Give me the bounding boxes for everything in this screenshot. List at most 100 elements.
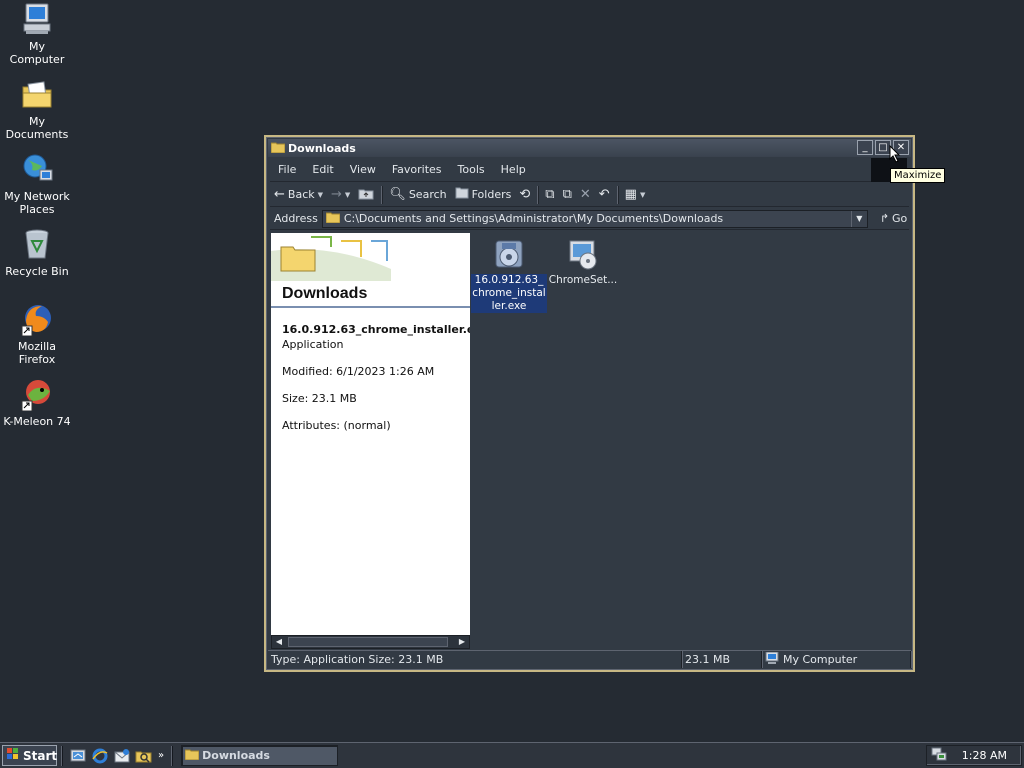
folder-icon — [184, 748, 200, 763]
details-size: Size: 23.1 MB — [282, 392, 357, 405]
search-button[interactable]: 🔍︎ Search — [385, 184, 450, 206]
k-meleon-icon — [20, 377, 54, 412]
file-item[interactable]: 16.0.912.63_chrome_installer.exe — [471, 237, 547, 313]
menu-help[interactable]: Help — [493, 163, 534, 176]
network-tray-icon[interactable] — [931, 747, 947, 764]
folder-icon — [325, 211, 341, 226]
history-icon: ⟲ — [519, 186, 531, 202]
clock[interactable]: 1:28 AM — [962, 749, 1007, 762]
quicklaunch-separator — [171, 745, 174, 766]
details-attributes: Attributes: (normal) — [282, 419, 391, 432]
recycle-bin-icon — [20, 227, 54, 261]
desktop-icon-label: Mozilla Firefox — [18, 340, 56, 366]
desktop-icon-recycle-bin[interactable]: Recycle Bin — [0, 227, 74, 278]
taskbar-button-label: Downloads — [202, 749, 270, 762]
details-title: Downloads — [282, 285, 368, 302]
outlook-express-icon[interactable] — [113, 747, 131, 765]
menu-favorites[interactable]: Favorites — [384, 163, 450, 176]
search-folder-icon[interactable] — [135, 747, 153, 765]
copy-to-button[interactable]: ⧉ — [559, 184, 576, 206]
computer-icon — [20, 2, 54, 36]
move-to-icon: ⧉ — [545, 186, 555, 202]
back-button[interactable]: ← Back ▼ — [270, 184, 327, 206]
desktop-icon-my-documents[interactable]: My Documents — [0, 77, 74, 141]
address-label: Address — [274, 212, 318, 225]
internet-explorer-icon[interactable] — [91, 747, 109, 765]
firefox-icon — [20, 302, 54, 337]
status-size: 23.1 MB — [682, 651, 762, 668]
toolbar-separator — [381, 185, 383, 204]
menu-view[interactable]: View — [342, 163, 384, 176]
folder-icon — [270, 141, 286, 156]
mouse-pointer-icon — [889, 144, 901, 166]
go-button[interactable]: ↱ Go — [880, 212, 907, 225]
desktop-icon-label: Recycle Bin — [5, 265, 69, 278]
scroll-left-arrow-icon[interactable]: ◀ — [272, 636, 286, 648]
desktop-icon-label: My Computer — [9, 40, 65, 66]
quicklaunch-separator — [61, 745, 63, 766]
toolbar: ← Back ▼ → ▼ 🔍︎ Search Folders ⟲ ⧉ ⧉ ✕ ↶… — [270, 183, 909, 207]
up-folder-icon — [358, 186, 374, 203]
desktop-icon-k-meleon[interactable]: K-Meleon 74 — [0, 377, 74, 428]
chevron-right-icon[interactable]: » — [158, 750, 164, 761]
taskbar-button-downloads[interactable]: Downloads — [181, 745, 339, 766]
show-desktop-icon[interactable] — [69, 747, 87, 765]
file-list: 16.0.912.63_chrome_installer.exe ChromeS… — [471, 233, 909, 653]
windows-flag-icon — [6, 747, 20, 764]
menu-file[interactable]: File — [270, 163, 304, 176]
address-input[interactable]: C:\Documents and Settings\Administrator\… — [321, 209, 868, 228]
details-pane: Downloads 16.0.912.63_chrome_installer.e… — [271, 233, 470, 635]
scroll-thumb[interactable] — [288, 637, 448, 647]
folder-banner-icon — [271, 233, 391, 281]
documents-folder-icon — [20, 77, 54, 111]
up-folder-button[interactable] — [354, 184, 378, 206]
desktop-icon-my-computer[interactable]: My Computer — [0, 2, 74, 66]
history-button[interactable]: ⟲ — [515, 184, 534, 206]
desktop-icon-label: My Documents — [5, 115, 69, 141]
search-label: Search — [408, 188, 447, 201]
desktop-icon-label: K-Meleon 74 — [3, 415, 71, 428]
window-title: Downloads — [288, 141, 356, 155]
address-path: C:\Documents and Settings\Administrator\… — [343, 212, 724, 225]
desktop-icon-label: My Network Places — [4, 190, 70, 216]
desktop-icon-my-network-places[interactable]: My Network Places — [0, 152, 74, 216]
setup-exe-icon — [566, 237, 600, 271]
start-button[interactable]: Start — [2, 745, 57, 766]
menu-bar: File Edit View Favorites Tools Help — [270, 158, 909, 182]
go-arrow-icon: ↱ — [879, 212, 890, 225]
menu-edit[interactable]: Edit — [304, 163, 341, 176]
minimize-button[interactable]: _ — [857, 140, 873, 155]
forward-button[interactable]: → ▼ — [327, 184, 354, 206]
file-item[interactable]: ChromeSet... — [545, 237, 621, 287]
address-dropdown-button[interactable]: ▼ — [850, 210, 867, 227]
menu-tools[interactable]: Tools — [450, 163, 493, 176]
undo-button[interactable]: ↶ — [595, 184, 614, 206]
file-item-label: ChromeSet... — [548, 274, 618, 286]
views-grid-icon: ▦ — [624, 186, 637, 202]
views-button[interactable]: ▦ ▼ — [621, 184, 650, 206]
folders-icon — [455, 186, 469, 203]
status-bar: Type: Application Size: 23.1 MB 23.1 MB … — [268, 650, 911, 668]
go-label: Go — [892, 212, 908, 225]
folders-label: Folders — [471, 188, 512, 201]
back-label: Back — [287, 188, 315, 201]
taskbar: Start » Downloads 1:28 AM — [0, 742, 1024, 768]
undo-icon: ↶ — [598, 186, 610, 202]
window-titlebar[interactable]: Downloads _ □ ✕ — [268, 139, 911, 157]
divider — [271, 306, 470, 308]
desktop-icon-mozilla-firefox[interactable]: Mozilla Firefox — [0, 302, 74, 366]
chevron-down-icon[interactable]: ▼ — [345, 191, 350, 199]
move-to-button[interactable]: ⧉ — [541, 184, 558, 206]
chevron-down-icon[interactable]: ▼ — [318, 191, 323, 199]
folders-button[interactable]: Folders — [451, 184, 516, 206]
window-controls: _ □ ✕ — [857, 140, 909, 155]
details-file-name: 16.0.912.63_chrome_installer.exe — [282, 323, 470, 336]
status-type-size: Type: Application Size: 23.1 MB — [268, 651, 682, 668]
delete-button[interactable]: ✕ — [576, 184, 595, 206]
address-bar: Address C:\Documents and Settings\Admini… — [270, 208, 909, 230]
details-info: 16.0.912.63_chrome_installer.exe Applica… — [282, 323, 470, 432]
chevron-down-icon: ▼ — [639, 190, 646, 199]
horizontal-scrollbar[interactable]: ◀ ▶ — [271, 635, 470, 649]
scroll-right-arrow-icon[interactable]: ▶ — [455, 636, 469, 648]
status-zone: My Computer — [762, 651, 911, 668]
